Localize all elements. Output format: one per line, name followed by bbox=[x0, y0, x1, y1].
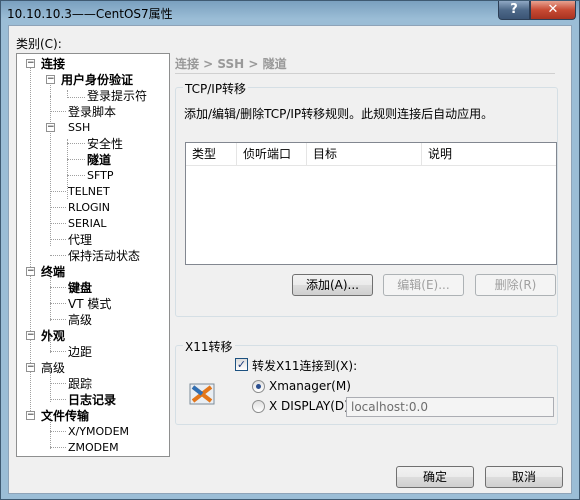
ok-button[interactable]: 确定 bbox=[396, 466, 474, 488]
tree-item-serial[interactable]: SERIAL bbox=[68, 217, 106, 231]
connect-collapse-icon[interactable]: − bbox=[26, 59, 35, 68]
tree-item-user-auth[interactable]: 用户身份验证 bbox=[61, 73, 133, 87]
forward-x11-checkbox[interactable]: ✓ bbox=[235, 358, 248, 371]
tree-item-advanced2[interactable]: 高级 bbox=[41, 361, 65, 375]
dialog-body: 类别(C): − 连接 − 用户身份验证 登录提示符 登录脚本 − SSH 安全… bbox=[8, 25, 572, 494]
tree-item-connect[interactable]: 连接 bbox=[41, 57, 65, 71]
window-title: 10.10.10.3——CentOS7属性 bbox=[7, 7, 173, 21]
help-button[interactable]: ? bbox=[498, 1, 530, 20]
tree-item-login-prompt[interactable]: 登录提示符 bbox=[87, 89, 147, 103]
file-transfer-collapse-icon[interactable]: − bbox=[26, 411, 35, 420]
tree-item-proxy[interactable]: 代理 bbox=[68, 233, 92, 247]
x11-group-title: X11转移 bbox=[183, 338, 235, 355]
tree-item-sftp[interactable]: SFTP bbox=[87, 169, 113, 183]
column-type[interactable]: 类型 bbox=[186, 143, 237, 166]
cancel-button[interactable]: 取消 bbox=[485, 466, 563, 488]
xmanager-label[interactable]: Xmanager(M) bbox=[269, 379, 351, 393]
tree-item-advanced[interactable]: 高级 bbox=[68, 313, 92, 327]
tree-item-security[interactable]: 安全性 bbox=[87, 137, 123, 151]
tcpip-group: TCP/IP转移 添加/编辑/删除TCP/IP转移规则。此规则连接后自动应用。 … bbox=[175, 80, 558, 317]
x11-group: X11转移 ✓ 转发X11连接到(X): Xmanager(M) X DISPL… bbox=[175, 338, 558, 425]
tree-item-xymodem[interactable]: X/YMODEM bbox=[68, 425, 129, 439]
appearance-collapse-icon[interactable]: − bbox=[26, 331, 35, 340]
tree-item-rlogin[interactable]: RLOGIN bbox=[68, 201, 110, 215]
xmanager-icon bbox=[189, 383, 215, 405]
tree-item-log[interactable]: 日志记录 bbox=[68, 393, 116, 407]
column-target[interactable]: 目标 bbox=[307, 143, 422, 166]
xdisplay-radio[interactable] bbox=[252, 400, 265, 413]
title-bar[interactable]: 10.10.10.3——CentOS7属性 ? ✕ bbox=[1, 1, 579, 25]
forward-x11-label[interactable]: 转发X11连接到(X): bbox=[252, 357, 357, 374]
breadcrumb-divider bbox=[175, 73, 555, 74]
tree-item-margin[interactable]: 边距 bbox=[68, 345, 92, 359]
tree-item-zmodem[interactable]: ZMODEM bbox=[68, 441, 119, 455]
tree-item-tunnel[interactable]: 隧道 bbox=[87, 153, 111, 167]
xmanager-radio[interactable] bbox=[252, 380, 265, 393]
tree-item-telnet[interactable]: TELNET bbox=[68, 185, 110, 199]
properties-dialog: 10.10.10.3——CentOS7属性 ? ✕ 类别(C): − 连接 − … bbox=[0, 0, 580, 500]
tree-item-login-script[interactable]: 登录脚本 bbox=[68, 105, 116, 119]
edit-button[interactable]: 编辑(E)... bbox=[383, 274, 464, 296]
delete-button[interactable]: 删除(R) bbox=[475, 274, 556, 296]
xdisplay-label[interactable]: X DISPLAY(D): bbox=[269, 399, 353, 413]
tree-item-appearance[interactable]: 外观 bbox=[41, 329, 65, 343]
column-listen-port[interactable]: 侦听端口 bbox=[237, 143, 307, 166]
tcpip-description: 添加/编辑/删除TCP/IP转移规则。此规则连接后自动应用。 bbox=[184, 107, 494, 121]
category-tree[interactable]: − 连接 − 用户身份验证 登录提示符 登录脚本 − SSH 安全性 隧道 SF… bbox=[16, 53, 170, 457]
tcpip-group-title: TCP/IP转移 bbox=[183, 80, 249, 97]
add-button[interactable]: 添加(A)... bbox=[292, 274, 373, 296]
column-description[interactable]: 说明 bbox=[422, 143, 556, 166]
tree-item-file-transfer[interactable]: 文件传输 bbox=[41, 409, 89, 423]
list-header: 类型 侦听端口 目标 说明 bbox=[186, 143, 556, 166]
tree-item-keyboard[interactable]: 键盘 bbox=[68, 281, 92, 295]
xdisplay-input[interactable]: localhost:0.0 bbox=[346, 397, 554, 417]
tree-item-vt-mode[interactable]: VT 模式 bbox=[68, 297, 111, 311]
terminal-collapse-icon[interactable]: − bbox=[26, 267, 35, 276]
user-auth-collapse-icon[interactable]: − bbox=[46, 75, 55, 84]
ssh-collapse-icon[interactable]: − bbox=[46, 123, 55, 132]
tree-item-trace[interactable]: 跟踪 bbox=[68, 377, 92, 391]
close-button[interactable]: ✕ bbox=[530, 1, 576, 20]
category-label: 类别(C): bbox=[16, 37, 62, 51]
forward-rules-list[interactable]: 类型 侦听端口 目标 说明 bbox=[185, 142, 557, 265]
advanced-collapse-icon[interactable]: − bbox=[26, 363, 35, 372]
breadcrumb: 连接 > SSH > 隧道 bbox=[175, 57, 287, 71]
tree-item-terminal[interactable]: 终端 bbox=[41, 265, 65, 279]
tree-item-keepalive[interactable]: 保持活动状态 bbox=[68, 249, 140, 263]
tree-item-ssh[interactable]: SSH bbox=[68, 121, 90, 135]
